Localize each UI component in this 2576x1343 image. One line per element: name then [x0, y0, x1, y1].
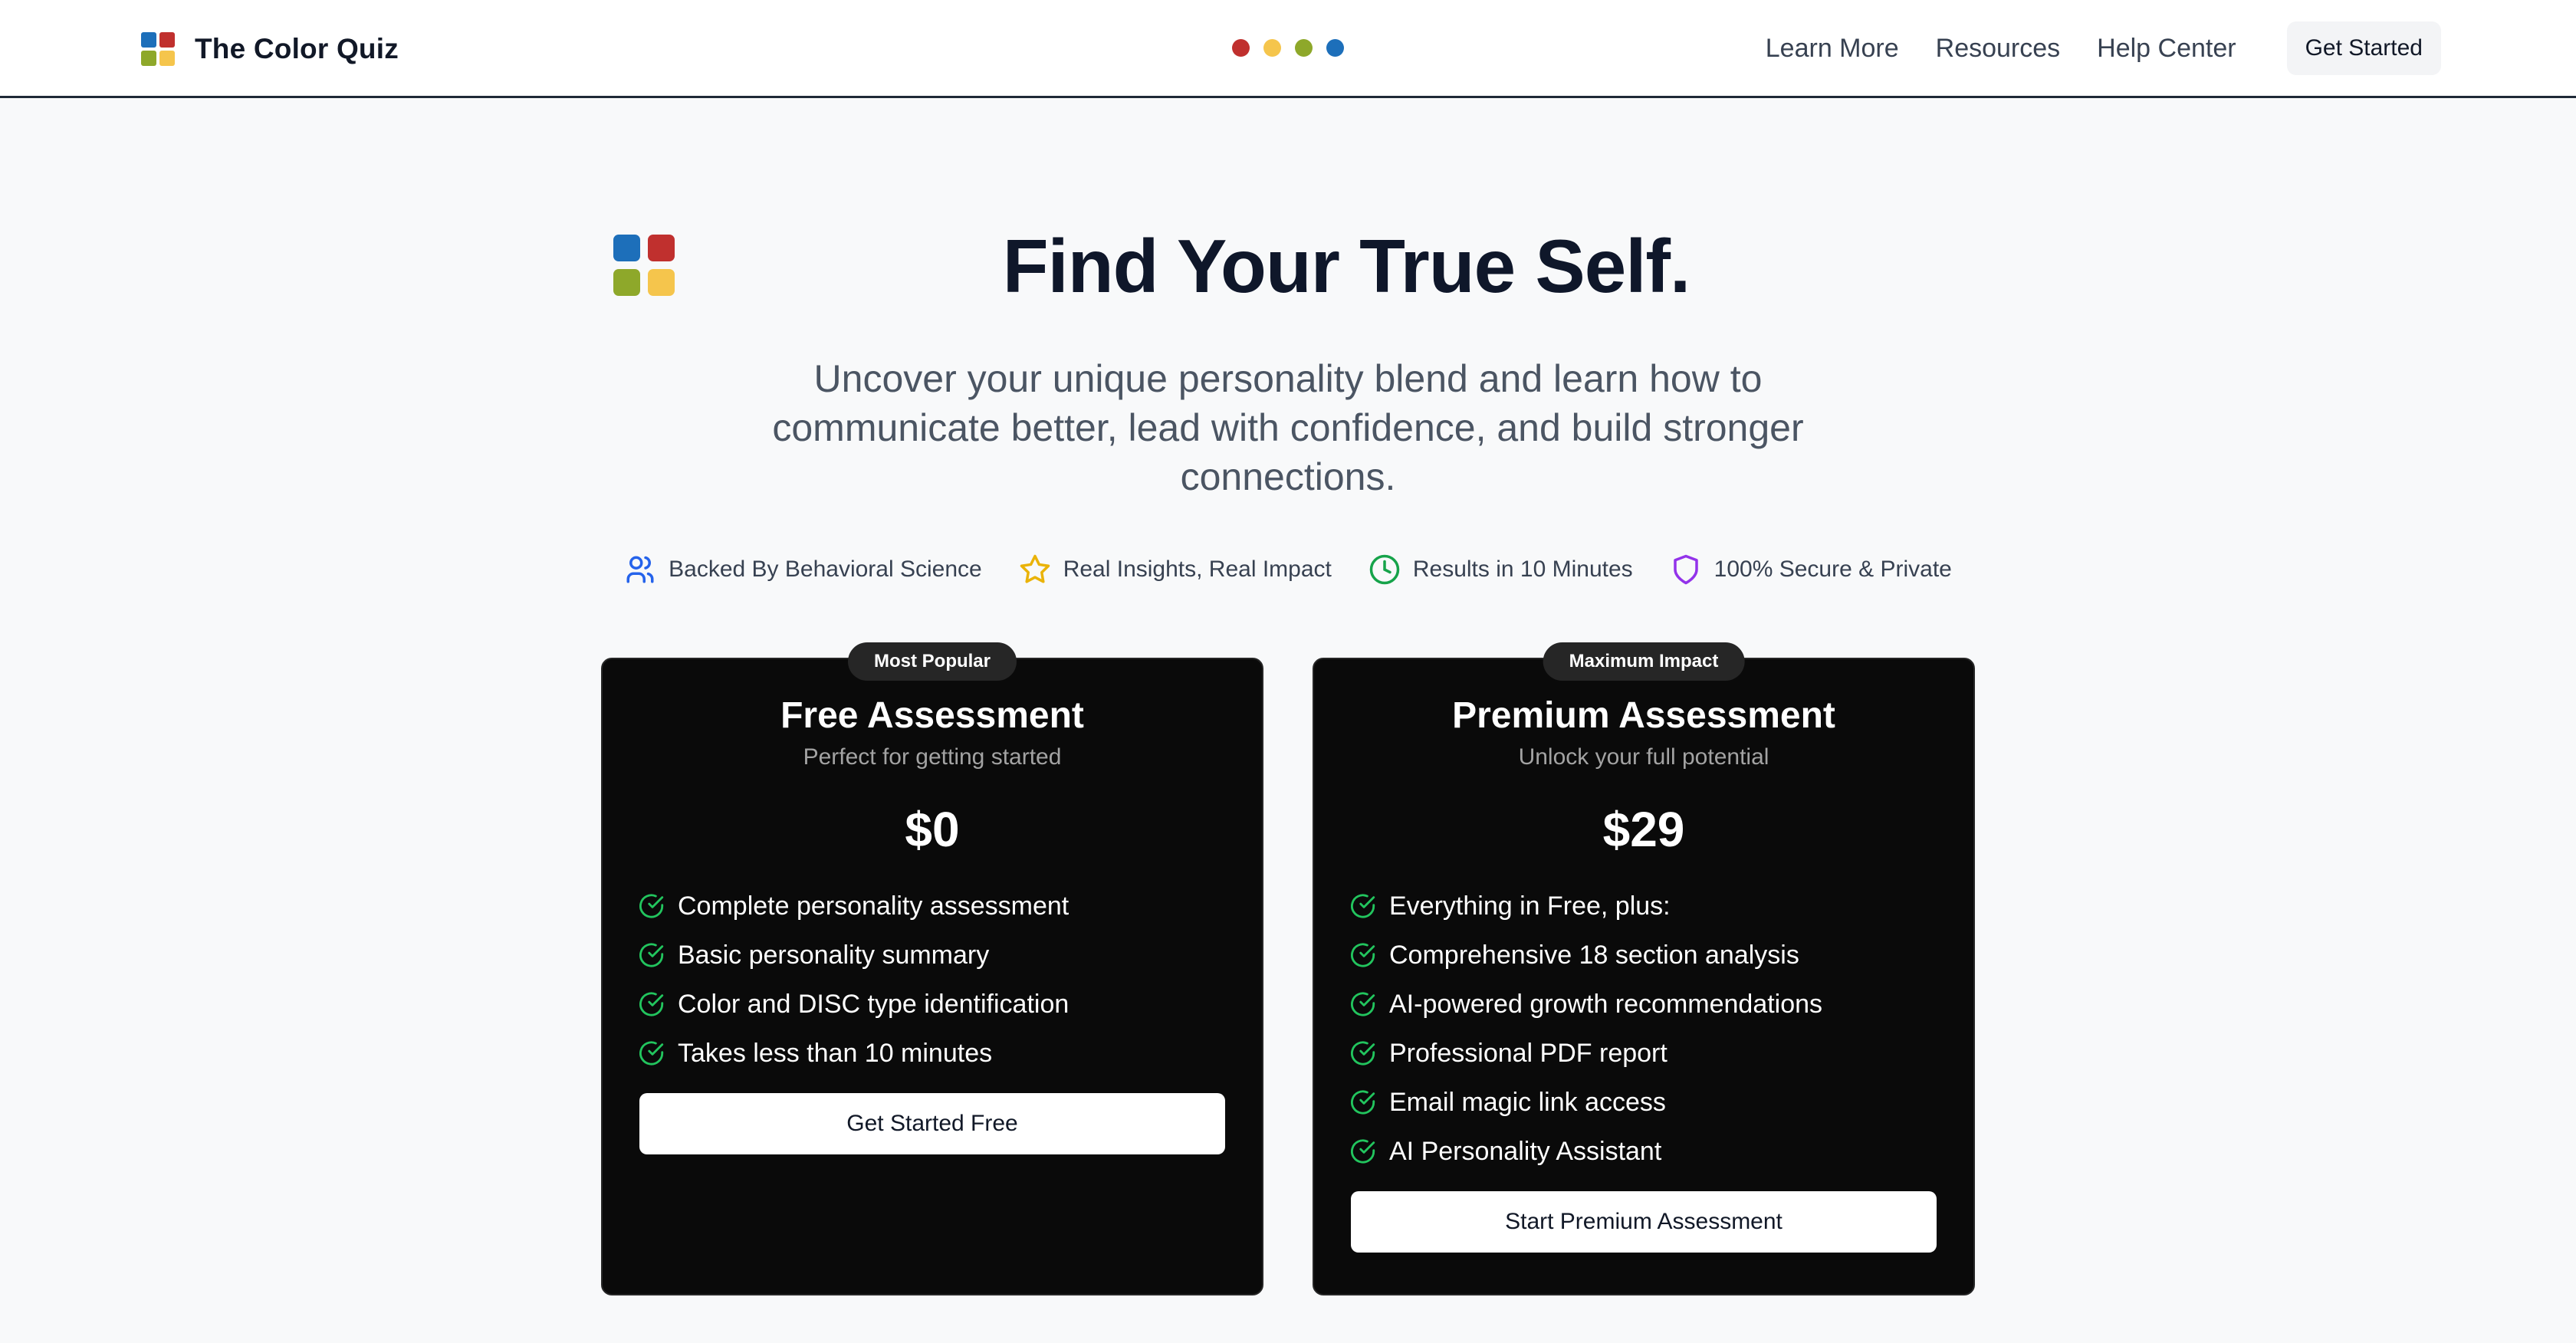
logo-square-green [141, 51, 156, 66]
logo-square-red [159, 32, 175, 48]
check-circle-icon [639, 894, 664, 918]
plan-feature-item: AI-powered growth recommendations [1351, 980, 1937, 1029]
plan-subtitle: Perfect for getting started [803, 744, 1062, 770]
plan-feature-item: Takes less than 10 minutes [639, 1029, 1225, 1078]
plan-feature-item: Comprehensive 18 section analysis [1351, 931, 1937, 980]
feature-behavioral-science: Backed By Behavioral Science [624, 553, 982, 586]
plan-feature-item: AI Personality Assistant [1351, 1127, 1937, 1176]
brand-name: The Color Quiz [195, 33, 399, 64]
nav-help-center[interactable]: Help Center [2097, 34, 2236, 64]
plan-feature-label: Email magic link access [1389, 1087, 1666, 1117]
check-circle-icon [1351, 1090, 1375, 1115]
star-icon [1020, 554, 1050, 583]
start-premium-button[interactable]: Start Premium Assessment [1351, 1191, 1937, 1253]
plan-subtitle: Unlock your full potential [1518, 744, 1769, 770]
users-icon [626, 556, 654, 583]
plan-badge: Maximum Impact [1543, 642, 1745, 681]
plan-feature-label: Takes less than 10 minutes [678, 1038, 993, 1068]
top-nav-bar: The Color Quiz Learn More Resources Help… [0, 0, 2576, 98]
feature-secure-private: 100% Secure & Private [1670, 553, 1952, 586]
check-circle-icon [1351, 943, 1375, 967]
plan-feature-label: AI-powered growth recommendations [1389, 989, 1823, 1019]
plan-feature-item: Email magic link access [1351, 1078, 1937, 1127]
feature-label: Results in 10 Minutes [1412, 557, 1633, 582]
feature-label: Real Insights, Real Impact [1063, 557, 1332, 582]
dot-blue [1326, 39, 1344, 57]
plan-feature-item: Complete personality assessment [639, 882, 1225, 931]
plan-feature-list: Everything in Free, plus: Comprehensive 1… [1314, 882, 1973, 1176]
plan-feature-item: Everything in Free, plus: [1351, 882, 1937, 931]
shield-icon [1673, 554, 1698, 585]
check-circle-icon [1351, 992, 1375, 1016]
feature-label: Backed By Behavioral Science [669, 557, 982, 582]
plan-feature-label: Basic personality summary [678, 940, 990, 970]
nav-resources[interactable]: Resources [1936, 34, 2061, 64]
get-started-free-button[interactable]: Get Started Free [639, 1093, 1225, 1154]
dot-red [1232, 39, 1250, 57]
plan-card-premium: Maximum Impact Premium Assessment Unlock… [1313, 642, 1975, 1295]
color-dots [1232, 39, 1344, 57]
plan-feature-label: Color and DISC type identification [678, 989, 1070, 1019]
plan-title: Premium Assessment [1452, 695, 1835, 736]
plan-feature-list: Complete personality assessment Basic per… [603, 882, 1262, 1078]
plan-feature-label: Comprehensive 18 section analysis [1389, 940, 1799, 970]
clock-icon [1369, 554, 1400, 585]
brand-link[interactable]: The Color Quiz [141, 29, 399, 69]
dot-green [1295, 39, 1313, 57]
plan-badge: Most Popular [847, 642, 1017, 681]
plan-title: Free Assessment [780, 695, 1084, 736]
dot-yellow [1263, 39, 1281, 57]
plan-feature-item: Professional PDF report [1351, 1029, 1937, 1078]
check-circle-icon [639, 992, 664, 1016]
nav-learn-more[interactable]: Learn More [1766, 34, 1899, 64]
plan-feature-label: Everything in Free, plus: [1389, 891, 1671, 921]
plan-feature-label: AI Personality Assistant [1389, 1136, 1662, 1166]
check-circle-icon [639, 943, 664, 967]
feature-results-time: Results in 10 Minutes [1368, 553, 1633, 586]
plan-feature-item: Basic personality summary [639, 931, 1225, 980]
check-circle-icon [1351, 894, 1375, 918]
check-circle-icon [639, 1041, 664, 1066]
feature-highlights: Backed By Behavioral Science Real Insigh… [0, 550, 2576, 589]
plan-feature-label: Professional PDF report [1389, 1038, 1668, 1068]
feature-label: 100% Secure & Private [1714, 557, 1952, 582]
plan-price: $29 [1602, 802, 1685, 857]
plan-feature-label: Complete personality assessment [678, 891, 1070, 921]
check-circle-icon [1351, 1139, 1375, 1164]
get-started-button[interactable]: Get Started [2286, 21, 2441, 75]
hero-title: Find Your True Self. [1002, 224, 1691, 308]
logo-square-blue [141, 32, 156, 48]
plan-card-free: Most Popular Free Assessment Perfect for… [601, 642, 1263, 1295]
hero-subtitle: Uncover your unique personality blend an… [772, 357, 1804, 498]
feature-real-insights: Real Insights, Real Impact [1019, 553, 1332, 586]
logo-icon [141, 32, 175, 66]
plan-feature-item: Color and DISC type identification [639, 980, 1225, 1029]
check-circle-icon [1351, 1041, 1375, 1066]
main-nav: Learn More Resources Help Center Get Sta… [1766, 21, 2441, 75]
plan-price: $0 [905, 802, 960, 857]
logo-square-yellow [159, 51, 175, 66]
